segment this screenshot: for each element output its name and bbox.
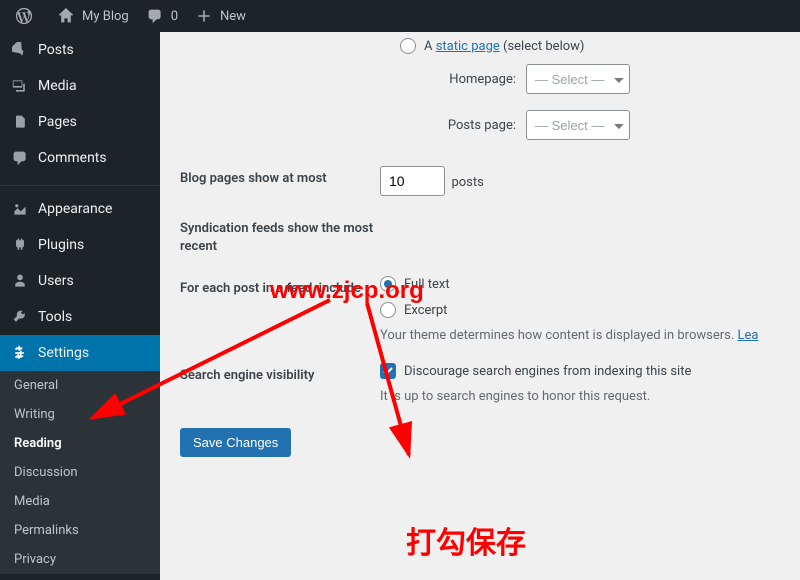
radio-excerpt[interactable] — [380, 302, 396, 318]
feed-description: Your theme determines how content is dis… — [380, 328, 800, 343]
menu-separator — [0, 181, 160, 186]
syndication-label: Syndication feeds show the most recent — [180, 216, 380, 256]
sidebar-item-label: Posts — [38, 42, 74, 58]
sidebar-item-label: Plugins — [38, 237, 84, 253]
plugin-icon — [10, 235, 30, 255]
visibility-label: Search engine visibility — [180, 363, 380, 404]
admin-sidebar: Posts Media Pages Comments Appearance Pl… — [0, 32, 160, 580]
visibility-description: It is up to search engines to honor this… — [380, 389, 800, 404]
appearance-icon — [10, 199, 30, 219]
blog-pages-label: Blog pages show at most — [180, 166, 380, 196]
admin-toolbar: My Blog 0 New — [0, 0, 800, 32]
sidebar-item-label: Pages — [38, 114, 77, 130]
comments-count: 0 — [171, 9, 178, 24]
static-page-link[interactable]: static page — [436, 39, 500, 54]
excerpt-label: Excerpt — [404, 303, 447, 318]
comment-icon — [10, 148, 30, 168]
checkbox-discourage[interactable] — [380, 363, 396, 379]
sidebar-item-posts[interactable]: Posts — [0, 32, 160, 68]
settings-submenu: General Writing Reading Discussion Media… — [0, 371, 160, 574]
tools-icon — [10, 307, 30, 327]
new-content[interactable]: New — [186, 0, 254, 32]
media-icon — [10, 76, 30, 96]
save-button[interactable]: Save Changes — [180, 428, 291, 457]
static-page-label: A static page (select below) — [424, 39, 584, 54]
submenu-permalinks[interactable]: Permalinks — [0, 516, 160, 545]
wp-logo[interactable] — [6, 0, 48, 32]
blog-pages-input[interactable] — [380, 166, 445, 196]
page-icon — [10, 112, 30, 132]
full-text-label: Full text — [404, 277, 450, 292]
sidebar-item-label: Users — [38, 273, 74, 289]
comment-icon — [145, 6, 165, 26]
sidebar-item-comments[interactable]: Comments — [0, 140, 160, 176]
sidebar-item-settings[interactable]: Settings — [0, 335, 160, 371]
sidebar-item-users[interactable]: Users — [0, 263, 160, 299]
new-label: New — [220, 9, 246, 24]
submenu-privacy[interactable]: Privacy — [0, 545, 160, 574]
radio-static-page[interactable] — [400, 38, 416, 54]
home-icon — [56, 6, 76, 26]
homepage-select[interactable]: — Select — — [526, 64, 630, 94]
user-icon — [10, 271, 30, 291]
radio-full-text[interactable] — [380, 276, 396, 292]
posts-page-select[interactable]: — Select — — [526, 110, 630, 140]
submenu-media[interactable]: Media — [0, 487, 160, 516]
site-name-text: My Blog — [82, 9, 129, 24]
submenu-discussion[interactable]: Discussion — [0, 458, 160, 487]
sidebar-item-label: Appearance — [38, 201, 112, 217]
sidebar-item-pages[interactable]: Pages — [0, 104, 160, 140]
sidebar-item-tools[interactable]: Tools — [0, 299, 160, 335]
sidebar-item-plugins[interactable]: Plugins — [0, 227, 160, 263]
learn-more-link[interactable]: Lea — [738, 328, 759, 343]
sidebar-item-label: Media — [38, 78, 77, 94]
submenu-reading[interactable]: Reading — [0, 429, 160, 458]
feed-content-label: For each post in a feed, include — [180, 276, 380, 343]
homepage-label: Homepage: — [426, 72, 516, 87]
site-name[interactable]: My Blog — [48, 0, 137, 32]
settings-icon — [10, 343, 30, 363]
sidebar-item-media[interactable]: Media — [0, 68, 160, 104]
submenu-general[interactable]: General — [0, 371, 160, 400]
discourage-label: Discourage search engines from indexing … — [404, 364, 691, 379]
sidebar-item-label: Comments — [38, 150, 107, 166]
submenu-writing[interactable]: Writing — [0, 400, 160, 429]
sidebar-item-label: Tools — [38, 309, 72, 325]
sidebar-item-label: Settings — [38, 345, 89, 361]
plus-icon — [194, 6, 214, 26]
posts-page-label: Posts page: — [426, 118, 516, 133]
wordpress-icon — [14, 6, 34, 26]
sidebar-item-appearance[interactable]: Appearance — [0, 191, 160, 227]
pin-icon — [10, 40, 30, 60]
content-area: A static page (select below) Homepage: — … — [160, 32, 800, 580]
blog-pages-unit: posts — [451, 175, 483, 190]
comments-bubble[interactable]: 0 — [137, 0, 186, 32]
